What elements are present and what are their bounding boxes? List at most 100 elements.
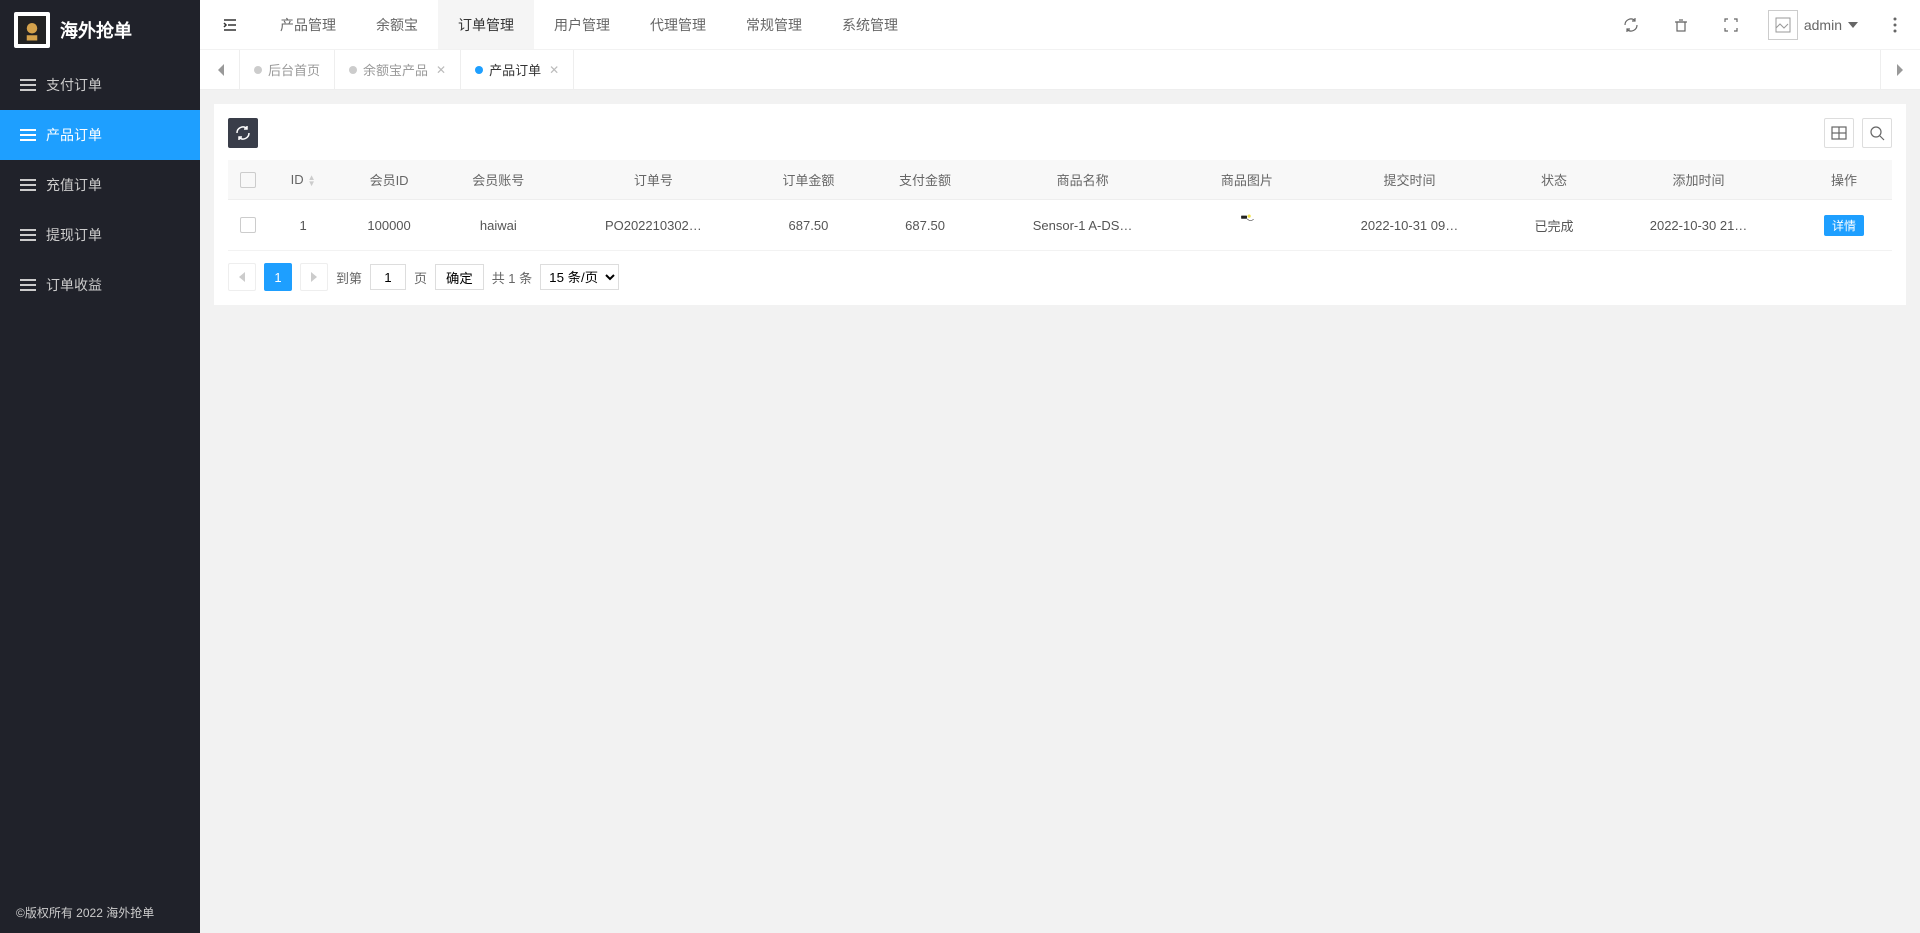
header-status: 状态 [1507, 160, 1601, 200]
top-header: 产品管理 余额宝 订单管理 用户管理 代理管理 常规管理 系统管理 [200, 0, 1920, 50]
header-member-account: 会员账号 [440, 160, 557, 200]
sidebar-item-label: 产品订单 [46, 125, 102, 145]
top-nav-general-mgmt[interactable]: 常规管理 [726, 0, 822, 49]
list-icon [20, 77, 36, 93]
tabs-container: 后台首页 余额宝产品 ✕ 产品订单 ✕ [240, 50, 574, 89]
tab-dot-icon [475, 66, 483, 74]
tab-dot-icon [254, 66, 262, 74]
header-id[interactable]: ID▲▼ [268, 160, 338, 200]
cell-member-account: haiwai [440, 200, 557, 251]
trash-icon [1673, 17, 1689, 33]
app-title: 海外抢单 [60, 17, 132, 43]
list-icon [20, 127, 36, 143]
goto-prefix-label: 到第 [336, 268, 362, 287]
app-logo [14, 12, 50, 48]
top-nav-yuebao[interactable]: 余额宝 [356, 0, 438, 49]
sidebar-menu: 支付订单 产品订单 充值订单 提现订单 订单收益 [0, 60, 200, 892]
header-product-image: 商品图片 [1182, 160, 1312, 200]
tab-label: 后台首页 [268, 60, 320, 79]
header-product-name: 商品名称 [983, 160, 1181, 200]
refresh-icon [1623, 17, 1639, 33]
cell-pay-amount: 687.50 [867, 200, 984, 251]
top-nav-agent-mgmt[interactable]: 代理管理 [630, 0, 726, 49]
list-icon [20, 227, 36, 243]
tab-label: 产品订单 [489, 60, 541, 79]
tabs-scroll-left[interactable] [200, 50, 240, 89]
top-nav-user-mgmt[interactable]: 用户管理 [534, 0, 630, 49]
more-button[interactable] [1870, 0, 1920, 50]
search-icon [1869, 125, 1885, 141]
goto-page-input[interactable] [370, 264, 406, 290]
avatar [1768, 10, 1798, 40]
cell-order-no: PO202210302… [557, 200, 751, 251]
goto-confirm-button[interactable]: 确定 [435, 264, 484, 290]
tab-yuebao-products[interactable]: 余额宝产品 ✕ [335, 50, 461, 89]
total-count-label: 共 1 条 [492, 268, 532, 287]
tab-close-icon[interactable]: ✕ [436, 63, 446, 77]
cell-add-time: 2022-10-30 21… [1601, 200, 1796, 251]
tab-home[interactable]: 后台首页 [240, 50, 335, 89]
sidebar-toggle-button[interactable] [200, 0, 260, 49]
chevron-right-icon [1897, 64, 1905, 76]
sidebar-item-label: 订单收益 [46, 275, 102, 295]
header-checkbox-cell [228, 160, 268, 200]
more-vertical-icon [1893, 17, 1897, 33]
indent-icon [222, 17, 238, 33]
chevron-down-icon [1848, 22, 1858, 28]
table-refresh-button[interactable] [228, 118, 258, 148]
sidebar-item-order-income[interactable]: 订单收益 [0, 260, 200, 310]
tab-close-icon[interactable]: ✕ [549, 63, 559, 77]
search-button[interactable] [1862, 118, 1892, 148]
columns-icon [1831, 125, 1847, 141]
fullscreen-button[interactable] [1706, 0, 1756, 50]
cell-status: 已完成 [1507, 200, 1601, 251]
table-toolbar [228, 118, 1892, 148]
list-icon [20, 177, 36, 193]
content-area: ID▲▼ 会员ID 会员账号 订单号 订单金额 支付金额 商品名称 商品图片 提… [200, 90, 1920, 933]
cell-submit-time: 2022-10-31 09… [1312, 200, 1507, 251]
fullscreen-icon [1723, 17, 1739, 33]
chevron-left-icon [239, 272, 245, 282]
page-number-1[interactable]: 1 [264, 263, 292, 291]
product-thumbnail[interactable] [1217, 210, 1277, 240]
table-header-row: ID▲▼ 会员ID 会员账号 订单号 订单金额 支付金额 商品名称 商品图片 提… [228, 160, 1892, 200]
pagination: 1 到第 页 确定 共 1 条 15 条/页 [228, 263, 1892, 291]
row-checkbox[interactable] [240, 217, 256, 233]
cell-action: 详情 [1796, 200, 1892, 251]
sidebar-item-pay-orders[interactable]: 支付订单 [0, 60, 200, 110]
tab-product-orders[interactable]: 产品订单 ✕ [461, 50, 574, 89]
user-menu[interactable]: admin [1756, 0, 1870, 50]
broken-image-icon [1775, 17, 1791, 33]
table-row: 1 100000 haiwai PO202210302… 687.50 687.… [228, 200, 1892, 251]
top-nav-order-mgmt[interactable]: 订单管理 [438, 0, 534, 49]
detail-button[interactable]: 详情 [1824, 215, 1864, 236]
top-nav-product-mgmt[interactable]: 产品管理 [260, 0, 356, 49]
sidebar-item-product-orders[interactable]: 产品订单 [0, 110, 200, 160]
page-next-button[interactable] [300, 263, 328, 291]
sidebar-item-withdraw-orders[interactable]: 提现订单 [0, 210, 200, 260]
cell-product-image [1182, 200, 1312, 251]
sidebar-header: 海外抢单 [0, 0, 200, 60]
header-submit-time: 提交时间 [1312, 160, 1507, 200]
header-add-time: 添加时间 [1601, 160, 1796, 200]
row-checkbox-cell [228, 200, 268, 251]
sidebar-item-recharge-orders[interactable]: 充值订单 [0, 160, 200, 210]
tabs-bar: 后台首页 余额宝产品 ✕ 产品订单 ✕ [200, 50, 1920, 90]
top-nav: 产品管理 余额宝 订单管理 用户管理 代理管理 常规管理 系统管理 [260, 0, 918, 49]
page-prev-button[interactable] [228, 263, 256, 291]
chevron-left-icon [216, 64, 224, 76]
clear-cache-button[interactable] [1656, 0, 1706, 50]
per-page-select[interactable]: 15 条/页 [540, 264, 619, 290]
header-member-id: 会员ID [338, 160, 440, 200]
columns-button[interactable] [1824, 118, 1854, 148]
sort-icon: ▲▼ [308, 175, 316, 187]
select-all-checkbox[interactable] [240, 172, 256, 188]
tab-dot-icon [349, 66, 357, 74]
header-order-no: 订单号 [557, 160, 751, 200]
refresh-button[interactable] [1606, 0, 1656, 50]
chevron-right-icon [311, 272, 317, 282]
sidebar-item-label: 支付订单 [46, 75, 102, 95]
cell-product-name: Sensor-1 A-DS… [983, 200, 1181, 251]
top-nav-system-mgmt[interactable]: 系统管理 [822, 0, 918, 49]
tabs-scroll-right[interactable] [1880, 50, 1920, 89]
